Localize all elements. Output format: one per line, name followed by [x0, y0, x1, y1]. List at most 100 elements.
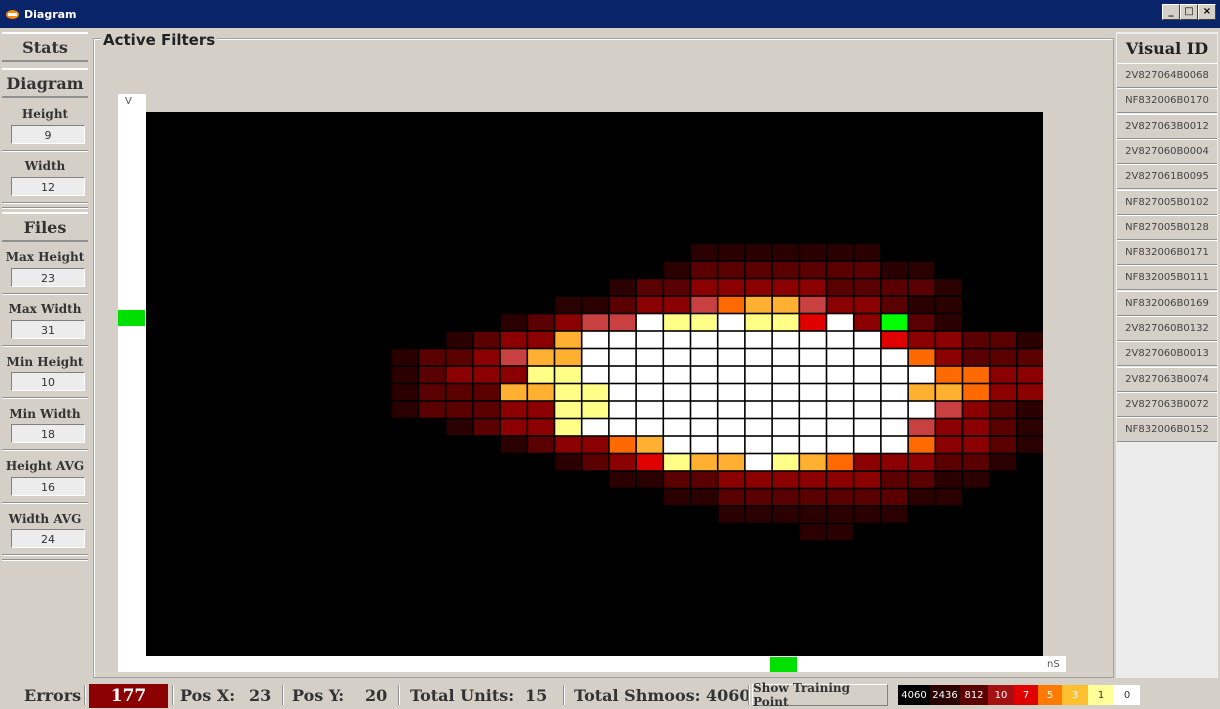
heatmap-cell[interactable]	[500, 331, 528, 349]
heatmap-cell[interactable]	[500, 348, 528, 366]
heatmap-cell[interactable]	[772, 261, 800, 279]
heatmap-cell[interactable]	[826, 331, 854, 349]
heatmap-cell[interactable]	[1017, 331, 1043, 349]
heatmap-cell[interactable]	[445, 401, 473, 419]
heatmap-cell[interactable]	[663, 383, 691, 401]
heatmap-cell[interactable]	[745, 506, 772, 524]
heatmap-cell[interactable]	[962, 401, 990, 419]
heatmap-cell[interactable]	[772, 331, 800, 349]
heatmap-cell[interactable]	[962, 471, 990, 489]
heatmap-cell[interactable]	[772, 366, 800, 384]
heatmap-cell[interactable]	[826, 261, 854, 279]
heatmap-cell[interactable]	[935, 488, 963, 506]
heatmap-cell[interactable]	[772, 488, 800, 506]
heatmap-cell[interactable]	[745, 436, 772, 454]
heatmap-cell[interactable]	[609, 348, 636, 366]
heatmap-cell[interactable]	[826, 296, 854, 314]
heatmap-cell[interactable]	[853, 296, 881, 314]
heatmap-cell[interactable]	[962, 383, 990, 401]
heatmap-cell[interactable]	[717, 278, 745, 296]
visual-id-item[interactable]: 2V827060B0004	[1117, 138, 1217, 164]
heatmap-cell[interactable]	[908, 471, 936, 489]
heatmap-cell[interactable]	[717, 401, 745, 419]
heatmap-cell[interactable]	[881, 453, 908, 471]
heatmap-cell[interactable]	[554, 331, 582, 349]
heatmap-cell[interactable]	[690, 348, 718, 366]
heatmap-cell[interactable]	[962, 418, 990, 436]
heatmap-cell[interactable]	[745, 366, 772, 384]
heatmap-cell[interactable]	[554, 418, 582, 436]
heatmap-cell[interactable]	[1017, 401, 1043, 419]
heatmap-cell[interactable]	[663, 418, 691, 436]
heatmap-cell[interactable]	[826, 471, 854, 489]
heatmap-cell[interactable]	[853, 453, 881, 471]
heatmap-cell[interactable]	[636, 418, 664, 436]
show-training-point-button[interactable]: Show Training Point	[752, 681, 888, 709]
heatmap-cell[interactable]	[935, 383, 963, 401]
heatmap-cell[interactable]	[772, 348, 800, 366]
heatmap-cell[interactable]	[989, 401, 1017, 419]
heatmap-cell[interactable]	[717, 506, 745, 524]
heatmap-cell[interactable]	[690, 453, 718, 471]
heatmap-cell[interactable]	[935, 418, 963, 436]
visual-id-item[interactable]: NF827005B0128	[1117, 214, 1217, 240]
heatmap-cell[interactable]	[826, 436, 854, 454]
heatmap-cell[interactable]	[772, 436, 800, 454]
heatmap-cell[interactable]	[690, 436, 718, 454]
heatmap-cell[interactable]	[989, 383, 1017, 401]
heatmap-cell[interactable]	[717, 488, 745, 506]
heatmap-cell[interactable]	[391, 401, 419, 419]
heatmap-cell[interactable]	[445, 366, 473, 384]
heatmap-cell[interactable]	[935, 296, 963, 314]
heatmap-cell[interactable]	[1017, 383, 1043, 401]
heatmap-cell[interactable]	[717, 366, 745, 384]
heatmap-cell[interactable]	[527, 348, 555, 366]
heatmap-cell[interactable]	[581, 313, 609, 331]
heatmap-cell[interactable]	[853, 506, 881, 524]
heatmap-cell[interactable]	[881, 296, 908, 314]
heatmap-cell[interactable]	[500, 436, 528, 454]
heatmap-cell[interactable]	[581, 383, 609, 401]
heatmap-cell[interactable]	[799, 506, 827, 524]
heatmap-cell[interactable]	[554, 296, 582, 314]
errors-label[interactable]: Errors	[24, 684, 81, 706]
heatmap-cell[interactable]	[473, 366, 500, 384]
heatmap-cell[interactable]	[636, 366, 664, 384]
heatmap-cell[interactable]	[609, 331, 636, 349]
heatmap-cell[interactable]	[935, 278, 963, 296]
heatmap-cell[interactable]	[690, 488, 718, 506]
heatmap-cell[interactable]	[908, 313, 936, 331]
heatmap-cell[interactable]	[473, 383, 500, 401]
maximize-button[interactable]: □	[1180, 4, 1198, 20]
heatmap-cell[interactable]	[772, 471, 800, 489]
heatmap-cell[interactable]	[717, 418, 745, 436]
heatmap-cell[interactable]	[881, 436, 908, 454]
heatmap-cell[interactable]	[581, 348, 609, 366]
heatmap-cell[interactable]	[772, 278, 800, 296]
heatmap-cell[interactable]	[935, 436, 963, 454]
heatmap-cell[interactable]	[962, 331, 990, 349]
heatmap-cell[interactable]	[581, 331, 609, 349]
heatmap-cell[interactable]	[663, 331, 691, 349]
heatmap-cell[interactable]	[717, 383, 745, 401]
heatmap-cell[interactable]	[908, 453, 936, 471]
heatmap-cell[interactable]	[826, 383, 854, 401]
heatmap-cell[interactable]	[908, 261, 936, 279]
heatmap-cell[interactable]	[772, 401, 800, 419]
heatmap-cell[interactable]	[989, 331, 1017, 349]
visual-id-item[interactable]: NF832006B0170	[1117, 88, 1217, 114]
heatmap-cell[interactable]	[799, 366, 827, 384]
heatmap-cell[interactable]	[663, 488, 691, 506]
heatmap-cell[interactable]	[826, 366, 854, 384]
visual-id-item[interactable]: 2V827061B0095	[1117, 164, 1217, 190]
heatmap-cell[interactable]	[609, 383, 636, 401]
heatmap-cell[interactable]	[826, 506, 854, 524]
heatmap-cell[interactable]	[690, 401, 718, 419]
heatmap-cell[interactable]	[1017, 436, 1043, 454]
visual-id-item[interactable]: 2V827063B0012	[1117, 113, 1217, 139]
heatmap-cell[interactable]	[717, 331, 745, 349]
heatmap-cell[interactable]	[772, 418, 800, 436]
x-axis[interactable]	[118, 656, 1066, 672]
shmoo-plot[interactable]	[146, 112, 1043, 656]
y-axis[interactable]	[118, 94, 146, 672]
